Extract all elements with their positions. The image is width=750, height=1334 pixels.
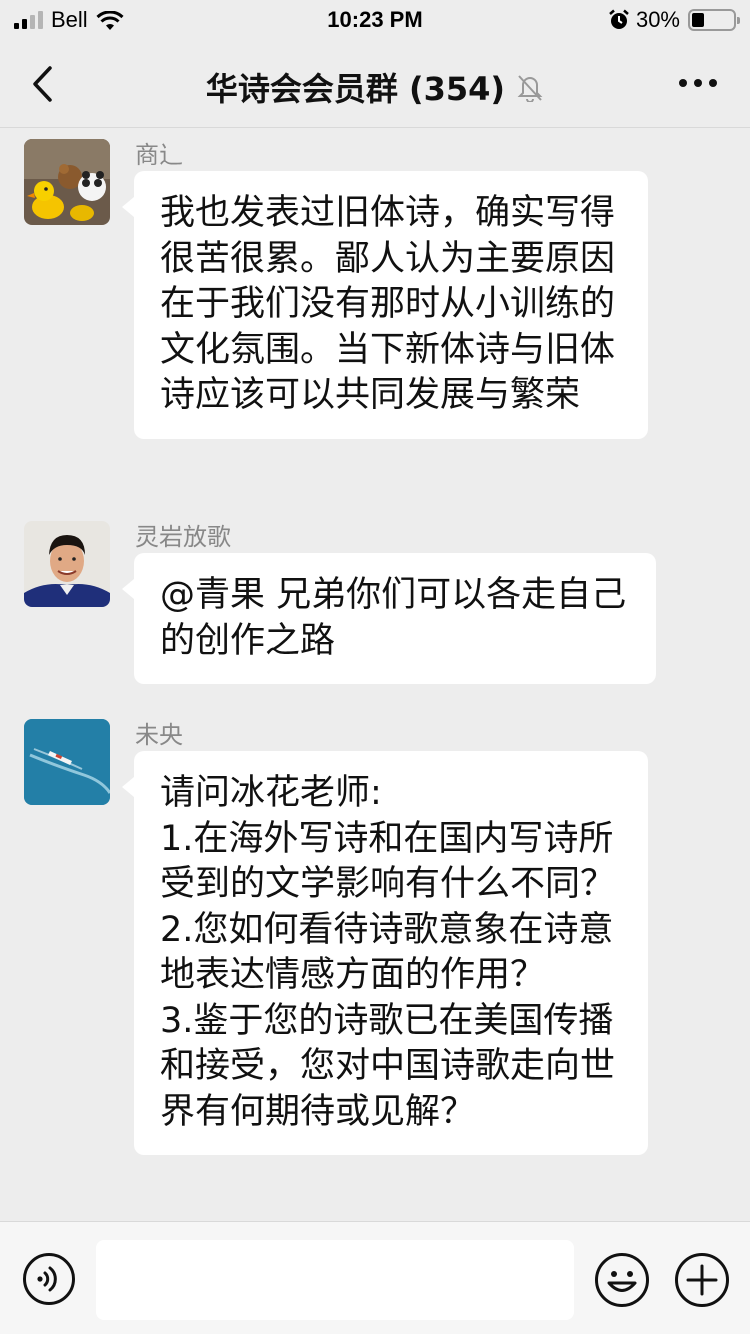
toy-ducks-photo bbox=[24, 139, 110, 225]
mute-bell-icon bbox=[517, 75, 543, 102]
more-functions-button[interactable] bbox=[674, 1252, 730, 1308]
sender-avatar[interactable] bbox=[24, 521, 110, 607]
voice-input-button[interactable] bbox=[22, 1252, 76, 1306]
message-bubble[interactable]: @青果 兄弟你们可以各走自己的创作之路 bbox=[122, 553, 656, 684]
status-right: 30% bbox=[608, 7, 740, 33]
chat-title: 华诗会会员群 (354) bbox=[205, 70, 506, 108]
sender-name: 未央 bbox=[135, 721, 183, 749]
emoji-icon bbox=[595, 1253, 649, 1307]
sender-avatar[interactable] bbox=[24, 719, 110, 805]
battery-icon bbox=[688, 9, 740, 31]
message-bubble[interactable]: 请问冰花老师: 1.在海外写诗和在国内写诗所受到的文学影响有什么不同？ 2.您如… bbox=[122, 751, 648, 1155]
boat-on-sea-photo bbox=[24, 719, 110, 805]
chat-header: 华诗会会员群 (354) bbox=[0, 40, 750, 128]
status-bar: Bell 10:23 PM 30% bbox=[0, 0, 750, 40]
sender-avatar[interactable] bbox=[24, 139, 110, 225]
more-dots-icon bbox=[679, 79, 687, 87]
voice-icon bbox=[23, 1253, 75, 1305]
chat-message-list[interactable]: 商辶 我也发表过旧体诗，确实写得很苦很累。鄙人认为主要原因在于我们没有那时从小训… bbox=[0, 129, 750, 1221]
message-text-input[interactable] bbox=[96, 1240, 574, 1320]
battery-percent: 30% bbox=[635, 7, 680, 32]
sender-name: 灵岩放歌 bbox=[135, 523, 231, 551]
chat-title-wrap: 华诗会会员群 (354) bbox=[0, 64, 750, 110]
chat-input-bar bbox=[0, 1221, 750, 1334]
plus-icon bbox=[675, 1253, 729, 1307]
man-portrait-photo bbox=[24, 521, 110, 607]
sender-name: 商辶 bbox=[135, 141, 183, 169]
message-bubble[interactable]: 我也发表过旧体诗，确实写得很苦很累。鄙人认为主要原因在于我们没有那时从小训练的文… bbox=[122, 171, 648, 439]
emoji-button[interactable] bbox=[594, 1252, 650, 1308]
more-options-button[interactable] bbox=[674, 68, 722, 98]
alarm-clock-icon bbox=[609, 9, 629, 29]
